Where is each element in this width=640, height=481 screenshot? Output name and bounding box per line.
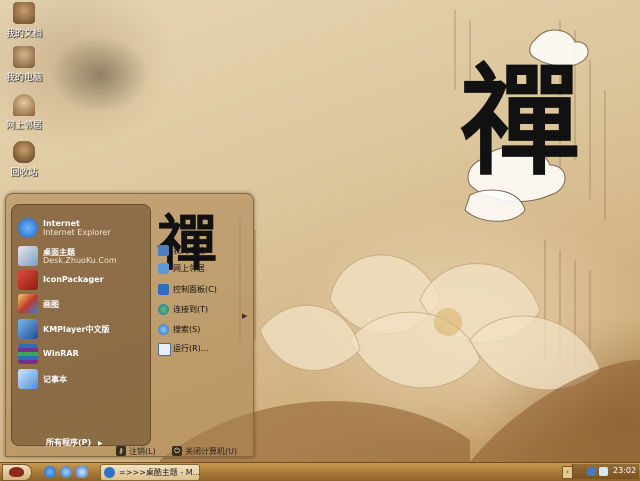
desktop-icon-my-computer[interactable]: 我的电脑 [2, 46, 46, 83]
task-label: =>>>桌酷主题 - M... [119, 468, 201, 477]
start-menu: Internet Internet Explorer 桌面主题 Desk.Zhu… [5, 193, 254, 457]
menu-item-label: 网上邻居 [173, 264, 205, 273]
connect-submenu-arrow-icon: ▶ [242, 312, 248, 320]
quicklaunch-desktop-icon[interactable] [76, 466, 88, 478]
menu-item-kmplayer[interactable]: KMPlayer中文版 [18, 318, 148, 340]
start-logo-icon [9, 467, 24, 477]
volume-tray-icon[interactable] [599, 467, 608, 476]
chevron-left-icon: ‹ [566, 468, 569, 476]
system-tray: 23:02 [572, 464, 639, 479]
menu-item-title: 记事本 [43, 375, 67, 384]
menu-item-search[interactable]: 搜索(S) [158, 323, 243, 337]
menu-item-title: WinRAR [43, 349, 79, 358]
menu-item-subtitle: Desk.ZhuoKu.Com [43, 256, 117, 265]
menu-item-iconpackager[interactable]: IconPackager [18, 269, 148, 291]
menu-item-title: Internet [43, 219, 80, 228]
winrar-icon [18, 344, 38, 364]
menu-item-title: IconPackager [43, 275, 104, 284]
desktop-theme-icon [18, 246, 38, 266]
power-icon: ⏻ [172, 446, 182, 456]
menu-item-paint[interactable]: 画图 [18, 293, 148, 315]
menu-item-subtitle: Internet Explorer [43, 228, 111, 237]
menu-item-label: 运行(R)... [173, 344, 209, 353]
search-icon [158, 324, 169, 335]
start-button[interactable] [2, 464, 32, 481]
desktop-icon-label: 回收站 [10, 168, 38, 178]
menu-item-desktop-theme[interactable]: 桌面主题 Desk.ZhuoKu.Com [18, 245, 148, 267]
taskbar: =>>>桌酷主题 - M... ‹ 23:02 [0, 462, 640, 481]
recycle-bin-icon [13, 141, 35, 163]
menu-item-winrar[interactable]: WinRAR [18, 343, 148, 365]
network-icon [158, 263, 169, 274]
computer-icon [158, 245, 169, 256]
run-icon [158, 343, 171, 356]
key-icon: ⚷ [116, 446, 126, 456]
menu-item-network[interactable]: 网上邻居 [158, 262, 243, 276]
menu-item-label: 搜索(S) [173, 325, 201, 334]
menu-item-internet[interactable]: Internet Internet Explorer [18, 217, 148, 239]
logoff-label: 注销(L) [129, 447, 156, 456]
wallpaper-zen-character: 禪 [460, 51, 580, 192]
taskbar-task-button[interactable]: =>>>桌酷主题 - M... [100, 464, 200, 481]
iconpackager-icon [18, 270, 38, 290]
menu-item-control-panel[interactable]: 控制面板(C) [158, 283, 243, 297]
menu-item-title: 画图 [43, 300, 59, 309]
shutdown-label: 关闭计算机(U) [185, 447, 238, 456]
desktop-icon-network-places[interactable]: 网上邻居 [2, 94, 46, 131]
control-panel-icon [158, 284, 169, 295]
my-computer-icon [13, 46, 35, 68]
menu-item-my-computer[interactable]: 我的电脑 [158, 244, 243, 258]
desktop-icon-label: 我的文档 [5, 29, 42, 39]
quicklaunch-ie-icon[interactable] [44, 466, 56, 478]
internet-explorer-icon [18, 218, 38, 238]
menu-item-connect-to[interactable]: 连接到(T) [158, 303, 243, 317]
paint-icon [18, 294, 38, 314]
notepad-icon [18, 369, 38, 389]
my-documents-icon [13, 2, 35, 24]
connect-icon [158, 304, 169, 315]
desktop-icon-my-documents[interactable]: 我的文档 [2, 2, 46, 39]
desktop-icon-recycle-bin[interactable]: 回收站 [2, 141, 46, 178]
start-menu-places-pane: 我的电脑 网上邻居 控制面板(C) 连接到(T) 搜索(S) 运行(R)... [156, 204, 248, 444]
desktop-icon-label: 网上邻居 [5, 121, 42, 131]
clock[interactable]: 23:02 [613, 466, 636, 475]
kmplayer-icon [18, 319, 38, 339]
menu-item-label: 连接到(T) [173, 305, 209, 314]
desktop-icon-label: 我的电脑 [5, 73, 42, 83]
network-places-icon [13, 94, 35, 116]
menu-item-title: KMPlayer中文版 [43, 325, 110, 334]
ie-icon [104, 467, 115, 478]
menu-item-run[interactable]: 运行(R)... [158, 342, 243, 356]
menu-item-label: 我的电脑 [173, 246, 205, 255]
start-menu-footer: ⚷ 注销(L) ⏻ 关闭计算机(U) [6, 446, 253, 458]
menu-item-label: 控制面板(C) [173, 285, 217, 294]
start-menu-pinned-pane: Internet Internet Explorer 桌面主题 Desk.Zhu… [11, 204, 151, 447]
network-tray-icon[interactable] [587, 467, 596, 476]
menu-item-notepad[interactable]: 记事本 [18, 368, 148, 390]
quicklaunch-browser-icon[interactable] [60, 466, 72, 478]
